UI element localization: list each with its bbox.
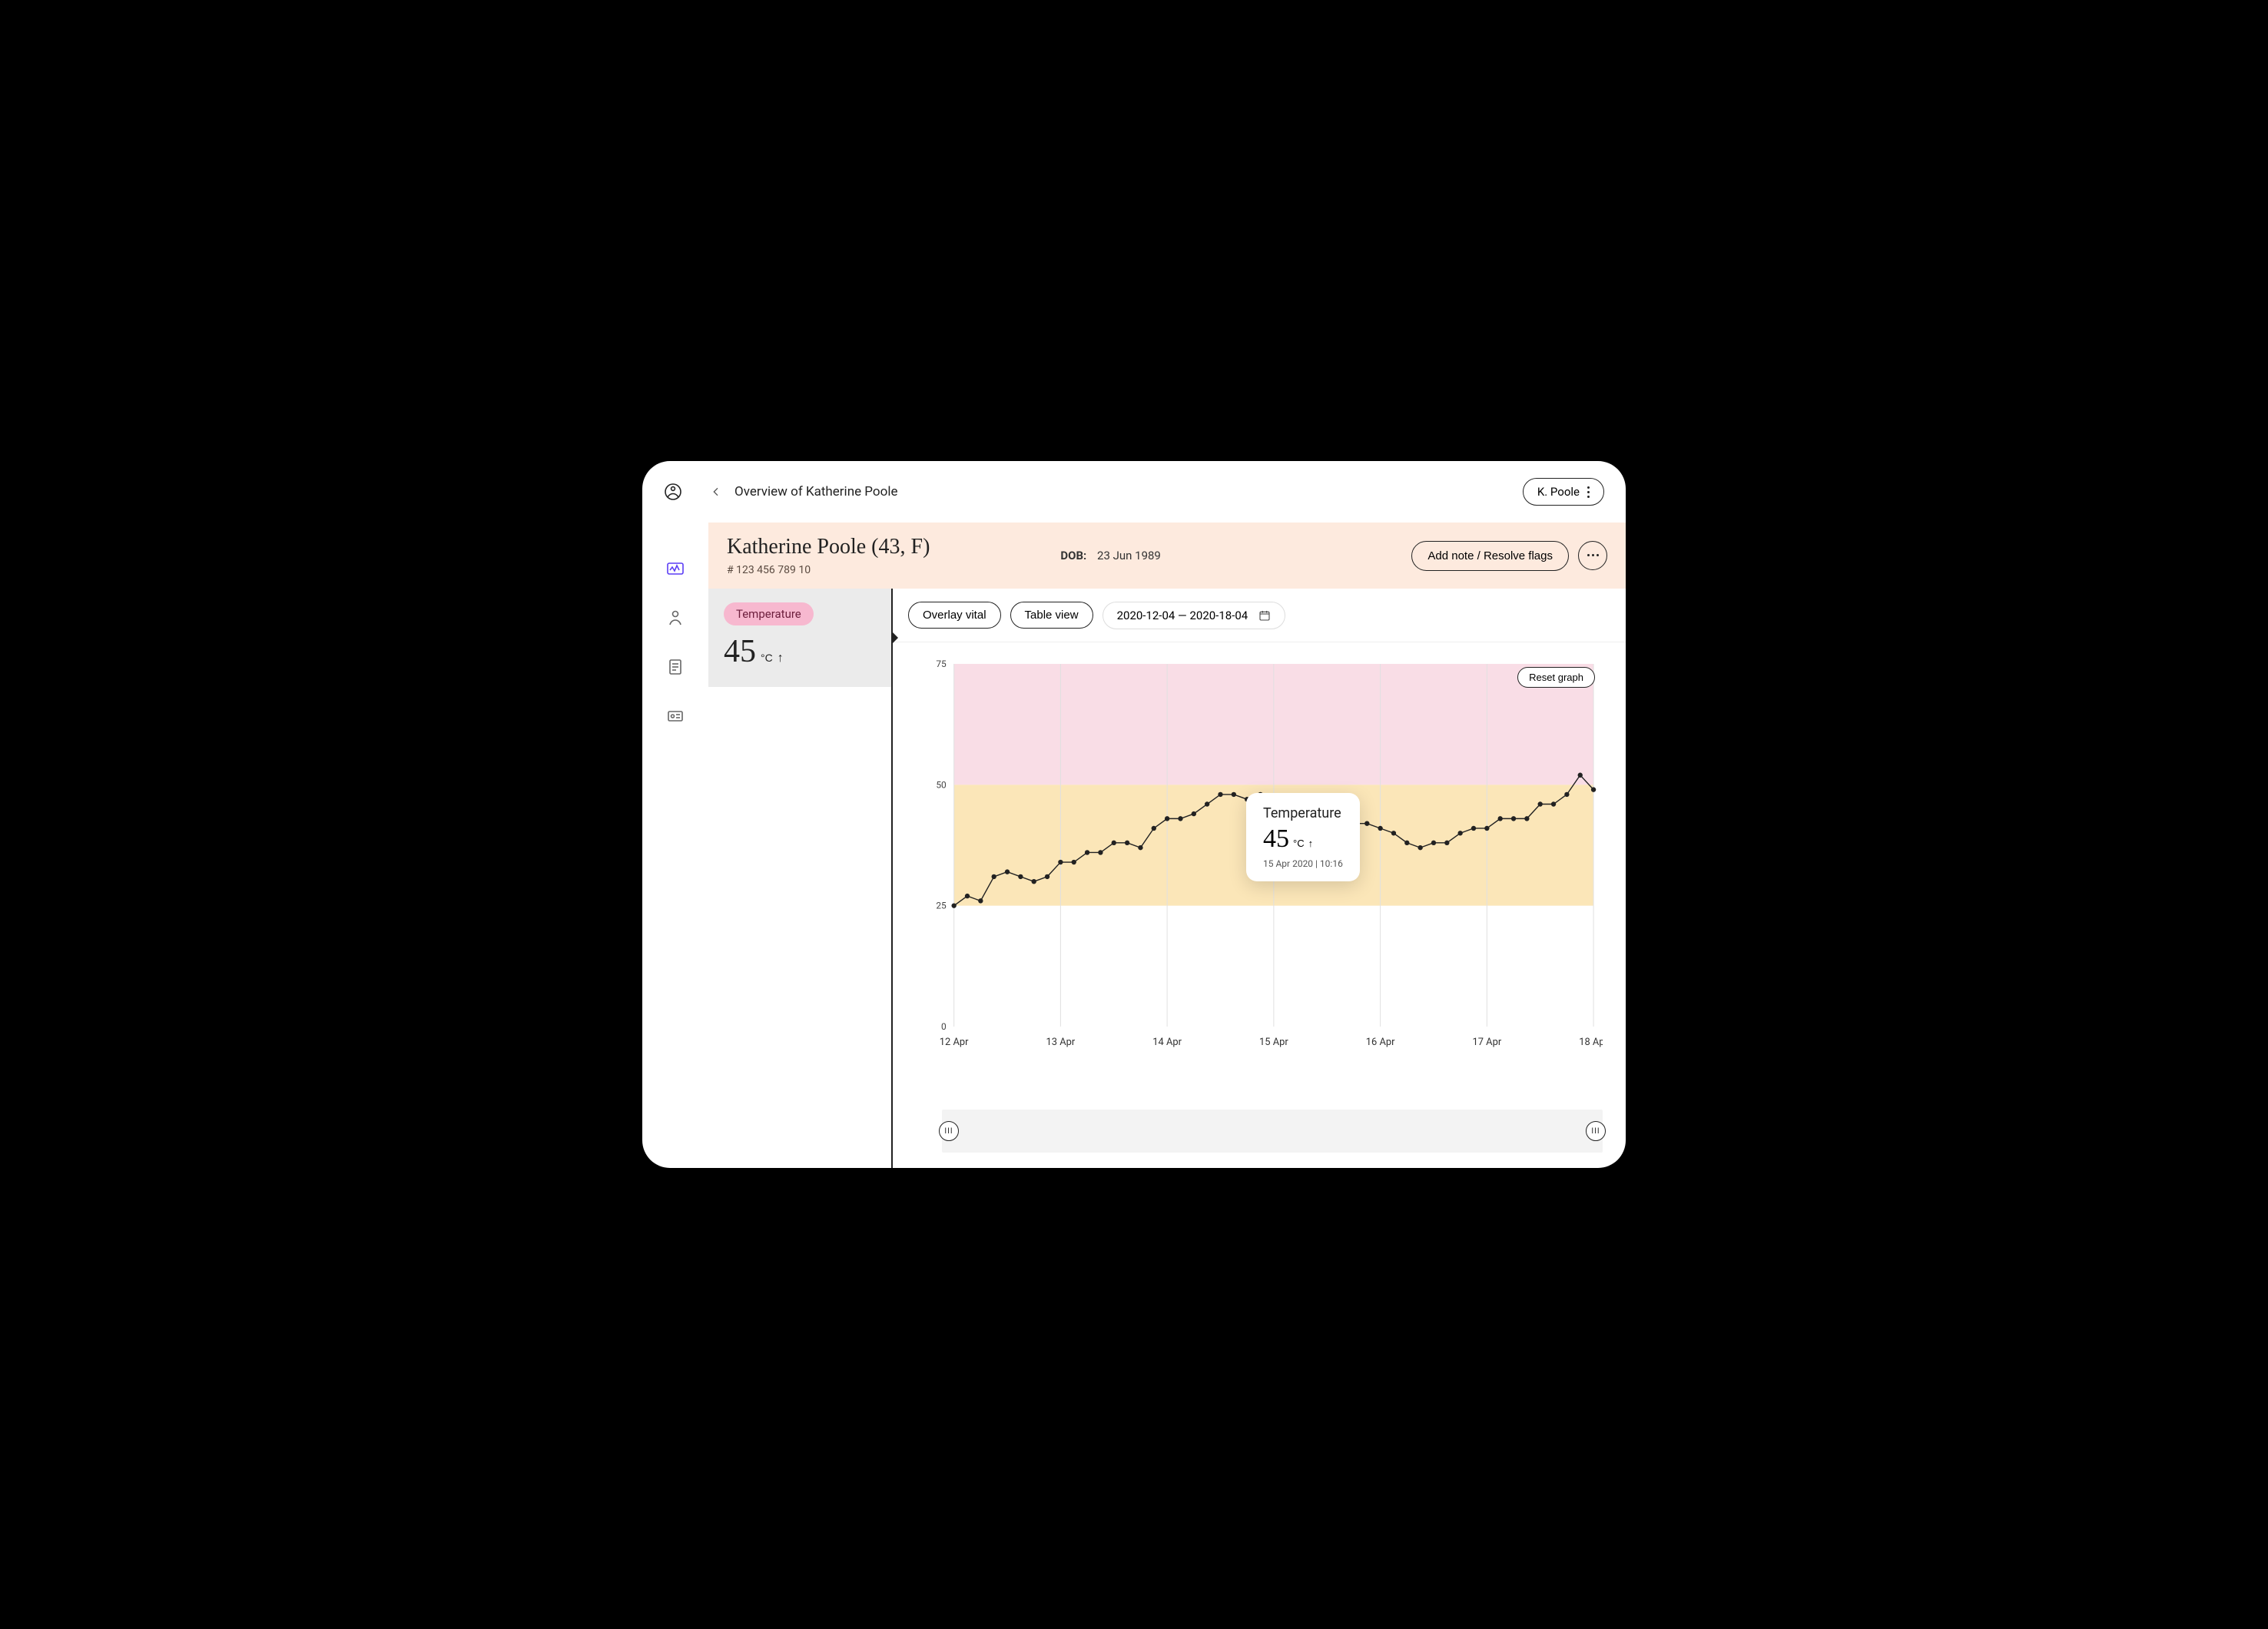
dob-value: 23 Jun 1989 (1097, 549, 1161, 562)
patient-id: # 123 456 789 10 (727, 564, 930, 576)
svg-text:14 Apr: 14 Apr (1152, 1037, 1182, 1048)
trend-up-icon: ↑ (1308, 838, 1314, 849)
content-area: Temperature 45 °C ↑ Overlay vital Table … (708, 589, 1626, 1168)
time-scrub-bar[interactable]: III III (942, 1110, 1603, 1153)
date-range-label: 2020-12-04 — 2020-18-04 (1117, 609, 1248, 622)
user-menu-button[interactable]: K. Poole (1523, 478, 1604, 506)
patient-banner: Katherine Poole (43, F) # 123 456 789 10… (708, 523, 1626, 589)
nav-vitals-icon[interactable] (666, 559, 685, 578)
ellipsis-icon (1587, 554, 1599, 556)
add-note-button[interactable]: Add note / Resolve flags (1411, 541, 1569, 571)
svg-text:12 Apr: 12 Apr (940, 1037, 969, 1048)
chart-toolbar: Overlay vital Table view 2020-12-04 — 20… (893, 589, 1626, 642)
nav-notes-icon[interactable] (666, 658, 685, 676)
svg-text:75: 75 (936, 659, 947, 669)
nav-id-icon[interactable] (666, 707, 685, 725)
user-menu-label: K. Poole (1537, 485, 1580, 499)
patient-identity: Katherine Poole (43, F) # 123 456 789 10 (727, 535, 930, 576)
svg-text:18 Apr: 18 Apr (1579, 1037, 1603, 1048)
patient-name: Katherine Poole (43, F) (727, 535, 930, 559)
tooltip-value: 45 °C ↑ (1263, 824, 1343, 854)
calendar-icon (1258, 609, 1271, 622)
svg-text:15 Apr: 15 Apr (1259, 1037, 1288, 1048)
table-view-button[interactable]: Table view (1010, 602, 1093, 629)
reset-graph-button[interactable]: Reset graph (1517, 667, 1595, 688)
trend-up-icon: ↑ (778, 652, 784, 665)
banner-more-button[interactable] (1578, 541, 1607, 570)
scrub-handle-right[interactable]: III (1586, 1121, 1606, 1141)
vitals-side-panel: Temperature 45 °C ↑ (708, 589, 893, 1168)
patient-dob: DOB: 23 Jun 1989 (1060, 549, 1160, 562)
svg-text:0: 0 (941, 1021, 947, 1032)
back-chevron-icon[interactable] (708, 484, 724, 499)
kebab-icon (1587, 486, 1590, 498)
vital-card-temperature[interactable]: Temperature 45 °C ↑ (708, 589, 891, 687)
svg-text:16 Apr: 16 Apr (1366, 1037, 1395, 1048)
tooltip-timestamp: 15 Apr 2020 | 10:16 (1263, 858, 1343, 869)
vital-number: 45 (724, 633, 756, 670)
vital-chip: Temperature (724, 602, 814, 625)
chart-pane: Overlay vital Table view 2020-12-04 — 20… (893, 589, 1626, 1168)
app-logo-icon (664, 483, 682, 501)
chart-tooltip: Temperature 45 °C ↑ 15 Apr 2020 | 10:16 (1246, 793, 1360, 881)
overlay-vital-button[interactable]: Overlay vital (908, 602, 1001, 629)
scrub-handle-left[interactable]: III (939, 1121, 959, 1141)
topbar: Overview of Katherine Poole K. Poole (642, 461, 1626, 523)
left-nav-rail (642, 523, 708, 1168)
vital-unit: °C (761, 652, 773, 664)
vital-value: 45 °C ↑ (724, 633, 876, 670)
svg-text:17 Apr: 17 Apr (1472, 1037, 1501, 1048)
plot-area: Reset graph 12 Apr 13 Apr 14 Apr 15 Apr 16 A… (893, 642, 1626, 1102)
svg-text:50: 50 (936, 779, 947, 790)
banner-actions: Add note / Resolve flags (1411, 541, 1607, 571)
nav-patient-icon[interactable] (666, 609, 685, 627)
svg-text:25: 25 (936, 901, 947, 911)
dob-label: DOB: (1060, 549, 1086, 562)
svg-text:13 Apr: 13 Apr (1046, 1037, 1076, 1048)
date-range-picker[interactable]: 2020-12-04 — 2020-18-04 (1102, 602, 1286, 629)
tooltip-title: Temperature (1263, 805, 1343, 821)
breadcrumb[interactable]: Overview of Katherine Poole (734, 484, 897, 499)
app-frame: Overview of Katherine Poole K. Poole (642, 461, 1626, 1168)
